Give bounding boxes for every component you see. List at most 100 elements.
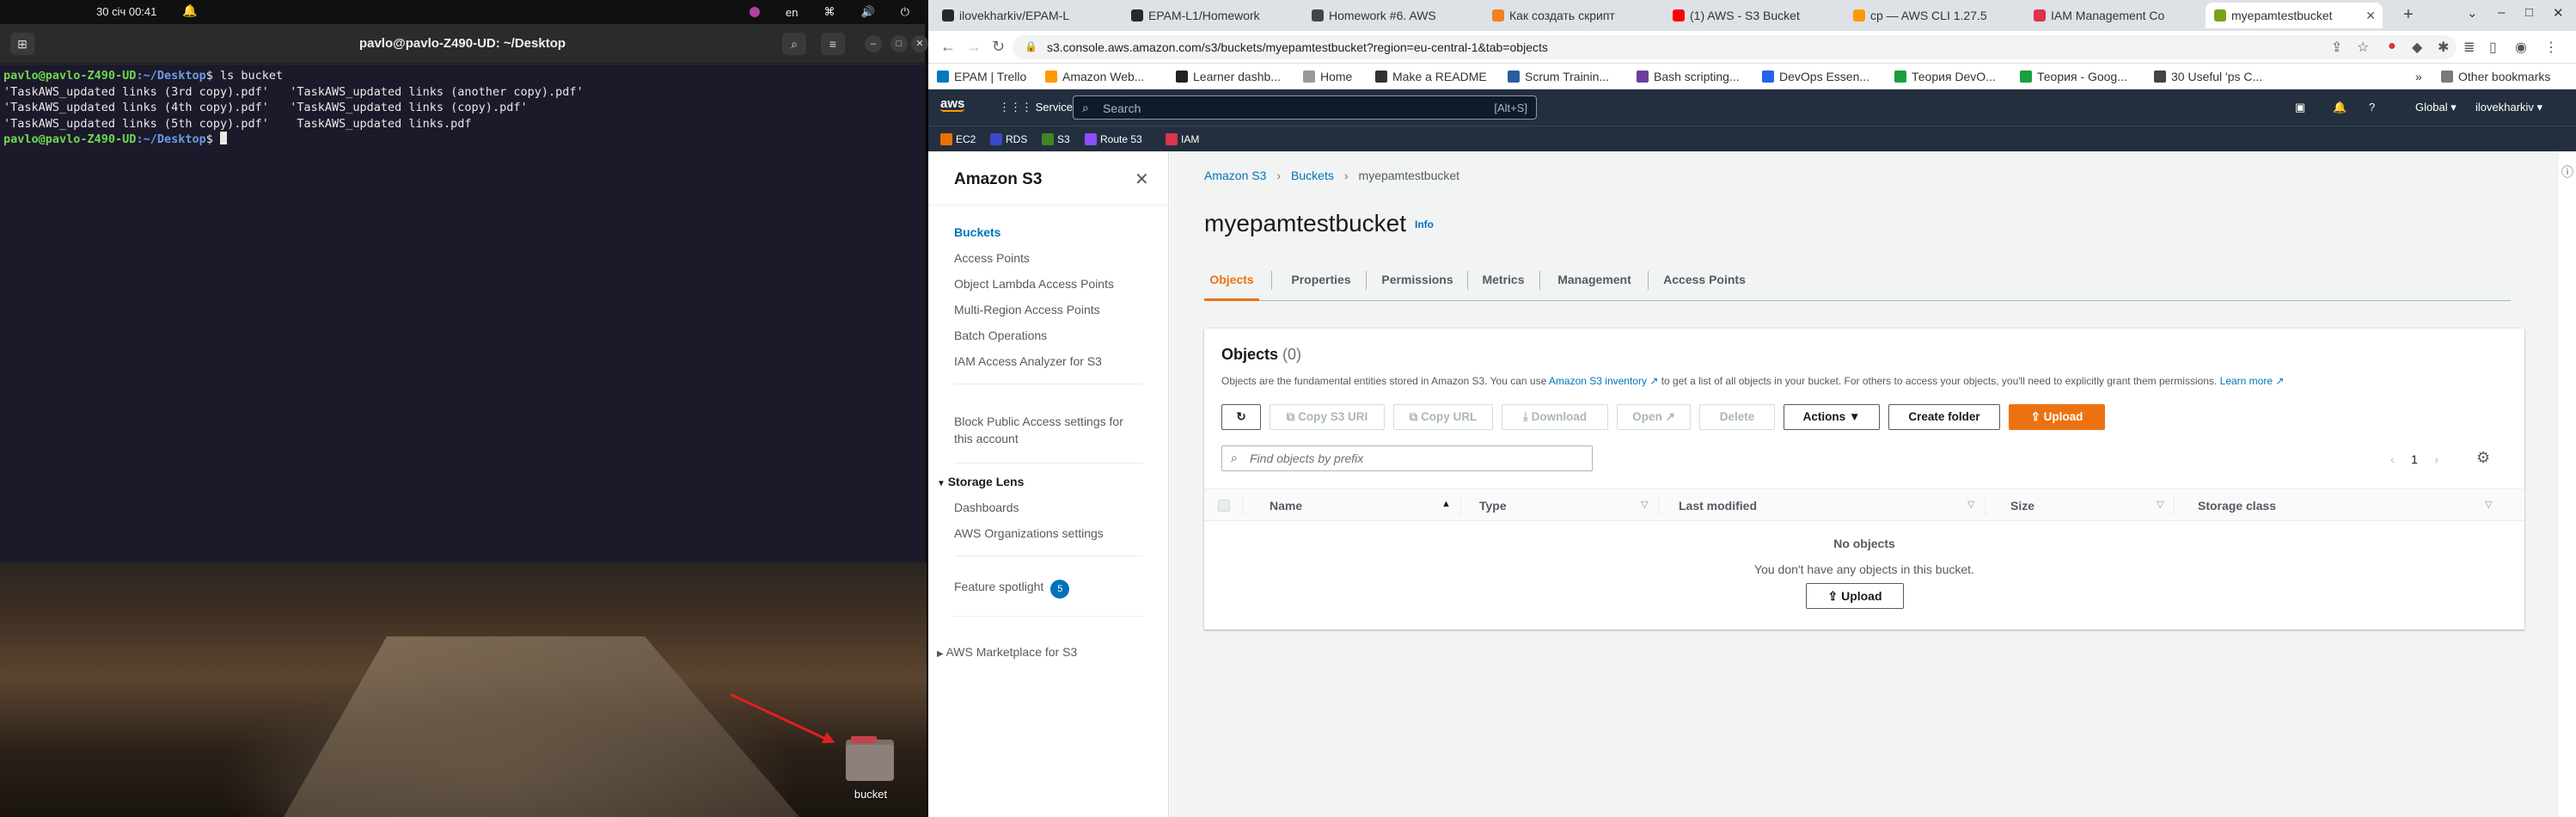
tab-properties[interactable]: Properties [1290,258,1352,301]
sidebar-item-batch-operations[interactable]: Batch Operations [954,329,1047,342]
screen-recorder-icon[interactable] [750,7,761,17]
bookmark-item[interactable]: DevOps Essen... [1762,70,1869,83]
minimize-icon[interactable]: – [2498,5,2505,20]
kebab-menu-icon[interactable]: ⋮ [2544,39,2558,56]
system-clock[interactable]: 30 січ 00:41 [96,5,156,18]
extension-icon[interactable]: ◆ [2412,39,2422,56]
sidebar-section-storage-lens[interactable]: ▼ Storage Lens [937,475,1024,488]
favorite-ec2[interactable]: EC2 [940,133,976,145]
breadcrumb-amazon-s3[interactable]: Amazon S3 [1204,169,1266,182]
volume-icon[interactable]: 🔊 [861,5,875,19]
sidebar-item-feature-spotlight[interactable]: Feature spotlight 5 [954,580,1070,599]
maximize-icon[interactable]: □ [2525,5,2533,20]
tab-objects[interactable]: Objects [1204,258,1259,301]
back-icon[interactable]: ← [940,38,956,56]
column-storage-class[interactable]: Storage class [2198,499,2276,513]
more-bookmarks-icon[interactable]: » [2415,70,2422,83]
close-icon[interactable]: ✕ [2553,5,2564,21]
profile-icon[interactable]: ◉ [2515,39,2527,56]
bookmark-item[interactable]: EPAM | Trello [937,70,1026,83]
sidebar-icon[interactable]: ▯ [2489,39,2497,56]
inventory-link[interactable]: Amazon S3 inventory [1549,375,1647,387]
services-menu[interactable]: ⋮⋮⋮ Services [999,101,1078,114]
bookmark-item[interactable]: Home [1303,70,1352,83]
chevron-right-icon[interactable]: › [2434,452,2438,466]
aws-logo[interactable]: aws [940,96,964,112]
puzzle-icon[interactable]: ✱ [2438,39,2449,56]
sidebar-item-access-points[interactable]: Access Points [954,251,1030,265]
download-button[interactable]: ⤓ Download [1502,404,1608,430]
sidebar-item-org-settings[interactable]: AWS Organizations settings [954,526,1104,540]
favorite-rds[interactable]: RDS [990,133,1027,145]
new-tab-button[interactable]: + [2403,5,2414,25]
close-tab-icon[interactable]: ✕ [2365,9,2376,23]
column-last-modified[interactable]: Last modified [1679,499,1757,513]
cloudshell-icon[interactable]: ▣ [2295,101,2305,114]
bookmark-item[interactable]: Bash scripting... [1637,70,1740,83]
region-selector[interactable]: Global ▾ [2415,101,2457,114]
column-name[interactable]: Name [1270,499,1302,513]
terminal-output[interactable]: pavlo@pavlo-Z490-UD:~/Desktop$ ls bucket… [0,64,925,562]
browser-tab[interactable]: ilovekharkiv/EPAM-L [933,3,1088,28]
network-icon[interactable]: ⌘ [824,5,835,19]
tab-management[interactable]: Management [1555,258,1634,301]
close-icon[interactable]: ✕ [911,35,928,52]
bookmark-item[interactable]: Make a README [1375,70,1487,83]
terminal-titlebar[interactable]: ⊞ pavlo@pavlo-Z490-UD: ~/Desktop ⌕ ≡ – □… [0,24,928,64]
share-icon[interactable]: ⇪ [2331,39,2342,56]
browser-tab[interactable]: IAM Management Co [2025,3,2180,28]
tab-metrics[interactable]: Metrics [1481,258,1526,301]
empty-upload-button[interactable]: ⇪ Upload [1806,583,1904,609]
other-bookmarks[interactable]: Other bookmarks [2441,70,2550,83]
bookmark-item[interactable]: Learner dashb... [1176,70,1281,83]
bookmark-item[interactable]: 30 Useful 'ps C... [2154,70,2262,83]
info-panel-icon[interactable]: ⓘ [2561,163,2573,181]
hamburger-menu-icon[interactable]: ≡ [821,33,845,55]
column-size[interactable]: Size [2010,499,2034,513]
help-icon[interactable]: ? [2369,101,2375,114]
sort-icon[interactable]: ▽ [1967,499,1974,510]
reload-icon[interactable]: ↻ [992,38,1005,56]
notifications-icon[interactable]: 🔔 [2333,101,2347,114]
keyboard-layout[interactable]: en [786,6,798,19]
account-menu[interactable]: ilovekharkiv ▾ [2475,101,2542,114]
maximize-icon[interactable]: □ [890,35,908,52]
url-field[interactable]: s3.console.aws.amazon.com/s3/buckets/mye… [1013,35,2457,59]
sidebar-item-multi-region[interactable]: Multi-Region Access Points [954,303,1100,316]
bookmark-item[interactable]: Теория - Goog... [2020,70,2127,83]
close-icon[interactable]: ✕ [1135,169,1149,190]
desktop-folder-bucket[interactable]: bucket [842,736,899,801]
chevron-down-icon[interactable]: ⌄ [2467,5,2478,21]
bookmark-item[interactable]: Scrum Trainin... [1508,70,1609,83]
refresh-button[interactable]: ↻ [1221,404,1261,430]
minimize-icon[interactable]: – [865,35,882,52]
browser-tab[interactable]: Как создать скрипт [1484,3,1638,28]
browser-tab[interactable]: cp — AWS CLI 1.27.5 [1845,3,1999,28]
browser-tab[interactable]: (1) AWS - S3 Bucket [1664,3,1819,28]
bookmark-item[interactable]: Amazon Web... [1045,70,1144,83]
learn-more-link[interactable]: Learn more [2220,375,2273,387]
favorite-iam[interactable]: IAM [1166,133,1199,145]
bookmark-item[interactable]: Теория DevO... [1894,70,1996,83]
bookmark-star-icon[interactable]: ☆ [2357,39,2369,56]
search-icon[interactable]: ⌕ [782,33,806,55]
breadcrumb-buckets[interactable]: Buckets [1291,169,1334,182]
select-all-checkbox[interactable] [1218,500,1230,512]
delete-button[interactable]: Delete [1699,404,1775,430]
sort-ascending-icon[interactable]: ▲ [1441,499,1451,509]
extension-icon[interactable]: ● [2388,39,2396,54]
tab-permissions[interactable]: Permissions [1381,258,1453,301]
sort-icon[interactable]: ▽ [1641,499,1648,510]
sidebar-item-iam-analyzer[interactable]: IAM Access Analyzer for S3 [954,354,1102,368]
sidebar-item-dashboards[interactable]: Dashboards [954,501,1019,514]
column-type[interactable]: Type [1479,499,1507,513]
sidebar-section-marketplace[interactable]: ▶ AWS Marketplace for S3 [937,645,1077,659]
copy-url-button[interactable]: ⧉ Copy URL [1393,404,1493,430]
sidebar-item-object-lambda[interactable]: Object Lambda Access Points [954,277,1114,291]
aws-search-input[interactable]: ⌕ Search [Alt+S] [1073,95,1537,120]
gear-icon[interactable]: ⚙ [2476,449,2490,467]
sort-icon[interactable]: ▽ [2485,499,2492,510]
find-objects-input[interactable]: ⌕ Find objects by prefix [1221,445,1593,471]
browser-tab-active[interactable]: myepamtestbucket ✕ [2206,3,2383,28]
sidebar-item-buckets[interactable]: Buckets [954,225,1000,239]
